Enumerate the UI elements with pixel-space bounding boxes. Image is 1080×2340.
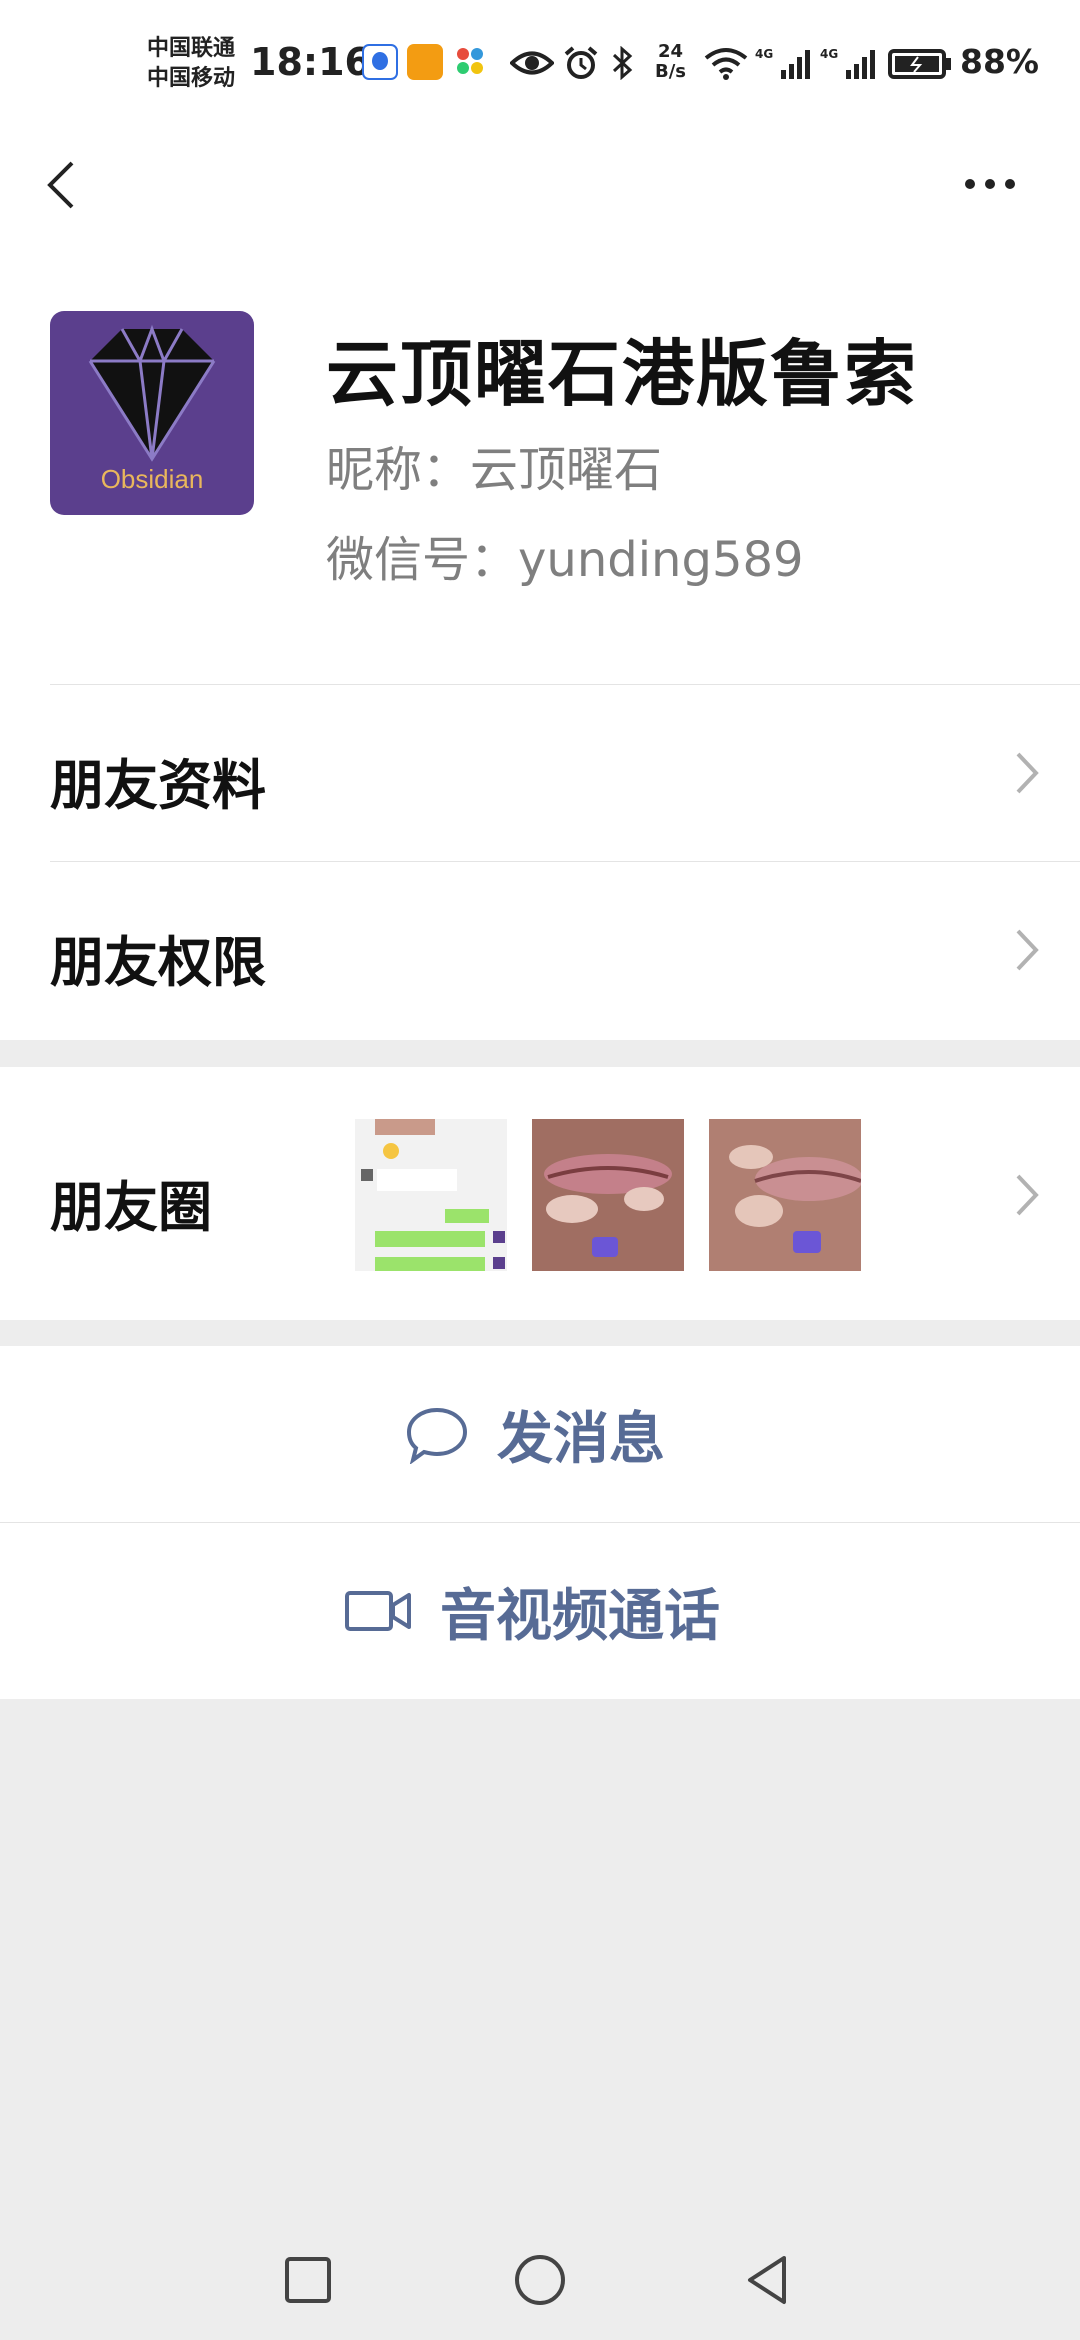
moments-thumbnail-photo[interactable] — [709, 1119, 861, 1271]
status-bar: 中国联通 中国移动 18:16 24 B/s 4G 4G 88% — [0, 0, 1080, 135]
friend-permissions-label: 朋友权限 — [50, 931, 266, 994]
moments-thumbnail-photo[interactable] — [532, 1119, 684, 1271]
profile-header: Obsidian 云顶曜石港版鲁索 昵称：云顶曜石 微信号：yunding589 — [0, 235, 1080, 685]
nickname: 昵称：云顶曜石 — [326, 442, 663, 498]
moments-label: 朋友圈 — [50, 1176, 212, 1239]
wechat-id[interactable]: 微信号：yunding589 — [326, 520, 804, 590]
friend-permissions-row[interactable]: 朋友权限 — [0, 862, 1080, 1040]
alarm-icon — [564, 46, 598, 79]
chevron-right-icon — [1016, 752, 1039, 794]
battery-icon — [888, 49, 951, 79]
chat-bubble-icon — [406, 1407, 468, 1464]
moments-thumbnail-chat[interactable] — [355, 1119, 507, 1271]
system-nav-bar — [0, 2220, 1080, 2340]
wifi-icon — [704, 48, 748, 80]
net-speed: 24 B/s — [655, 42, 686, 82]
friend-info-row[interactable]: 朋友资料 — [0, 685, 1080, 862]
back-chevron-icon[interactable] — [36, 155, 96, 215]
status-time: 18:16 — [250, 40, 371, 84]
carrier-1: 中国联通 — [147, 36, 236, 61]
battery-percentage: 88% — [960, 42, 1039, 81]
signal-icon: 4G — [820, 47, 875, 79]
chevron-right-icon — [1016, 929, 1039, 971]
net-type-2: 4G — [820, 47, 838, 61]
carrier-names: 中国联通 中国移动 — [147, 34, 235, 94]
pinwheel-app-icon — [455, 44, 491, 80]
home-circle-icon[interactable] — [510, 2250, 570, 2310]
avatar[interactable]: Obsidian — [50, 311, 254, 515]
send-message-label: 发消息 — [497, 1406, 665, 1472]
eye-icon — [510, 51, 554, 75]
net-type-1: 4G — [755, 47, 773, 61]
back-triangle-icon[interactable] — [738, 2250, 798, 2310]
baidu-app-icon — [362, 44, 398, 80]
video-call-button[interactable]: 音视频通话 — [0, 1523, 1080, 1699]
carrier-2: 中国移动 — [147, 66, 236, 91]
avatar-text: Obsidian — [100, 464, 204, 494]
recents-square-icon[interactable] — [278, 2250, 338, 2310]
video-call-label: 音视频通话 — [440, 1583, 720, 1649]
chevron-right-icon — [1016, 1174, 1039, 1216]
speed-value: 24 — [657, 41, 684, 62]
signal-icon: 4G — [755, 47, 810, 79]
imou-app-icon — [407, 44, 443, 80]
display-name: 云顶曜石港版鲁索 — [326, 332, 919, 416]
more-dots-icon[interactable] — [950, 155, 1030, 215]
speed-unit: B/s — [655, 61, 687, 82]
video-camera-icon — [345, 1591, 411, 1631]
bluetooth-icon — [612, 46, 633, 80]
send-message-button[interactable]: 发消息 — [0, 1346, 1080, 1522]
nav-bar — [0, 135, 1080, 235]
moments-row[interactable]: 朋友圈 — [0, 1067, 1080, 1320]
friend-info-label: 朋友资料 — [50, 754, 266, 817]
